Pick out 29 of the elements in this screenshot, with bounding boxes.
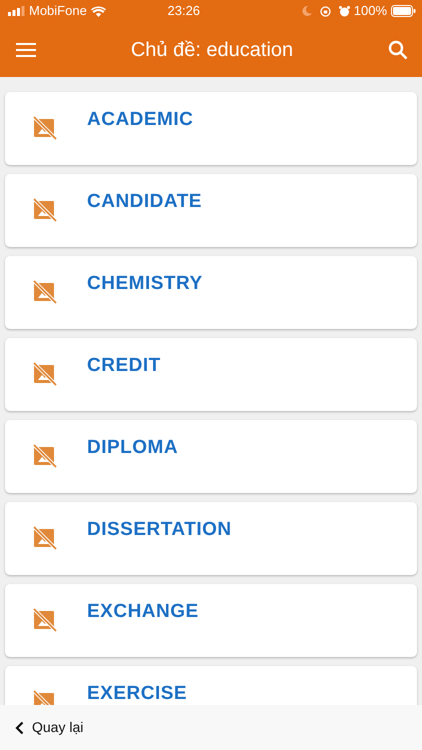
- wifi-icon: [90, 6, 106, 16]
- rotation-lock-icon: [320, 6, 331, 16]
- topic-card[interactable]: DIPLOMA: [5, 420, 417, 493]
- image-off-icon: [33, 526, 57, 550]
- topic-card[interactable]: EXCHANGE: [5, 584, 417, 657]
- topic-card[interactable]: CREDIT: [5, 338, 417, 411]
- back-button[interactable]: Quay lại: [15, 717, 84, 738]
- image-off-icon: [33, 444, 57, 468]
- screen-title: Chủ đề: education: [130, 38, 294, 62]
- image-off-icon: [33, 362, 57, 386]
- carrier-name: MobiFone: [29, 2, 87, 20]
- battery-percent: 100%: [354, 2, 387, 20]
- image-off-icon: [33, 280, 57, 304]
- image-off-icon: [33, 198, 57, 222]
- moon-icon: [302, 6, 312, 16]
- topic-card[interactable]: EXERCISE: [5, 666, 417, 705]
- chevron-left-icon: [15, 720, 24, 734]
- topic-card[interactable]: CANDIDATE: [5, 174, 417, 247]
- signal-icon: [8, 6, 25, 16]
- alarm-icon: [338, 6, 350, 16]
- topic-card[interactable]: ACADEMIC: [5, 92, 417, 165]
- image-off-icon: [33, 608, 57, 632]
- menu-button[interactable]: [16, 42, 36, 56]
- image-off-icon: [33, 116, 57, 140]
- battery-icon: [391, 5, 416, 17]
- topic-card[interactable]: CHEMISTRY: [5, 256, 417, 329]
- search-button[interactable]: [388, 40, 408, 60]
- topic-card[interactable]: DISSERTATION: [5, 502, 417, 575]
- clock-time: 23:26: [168, 2, 200, 20]
